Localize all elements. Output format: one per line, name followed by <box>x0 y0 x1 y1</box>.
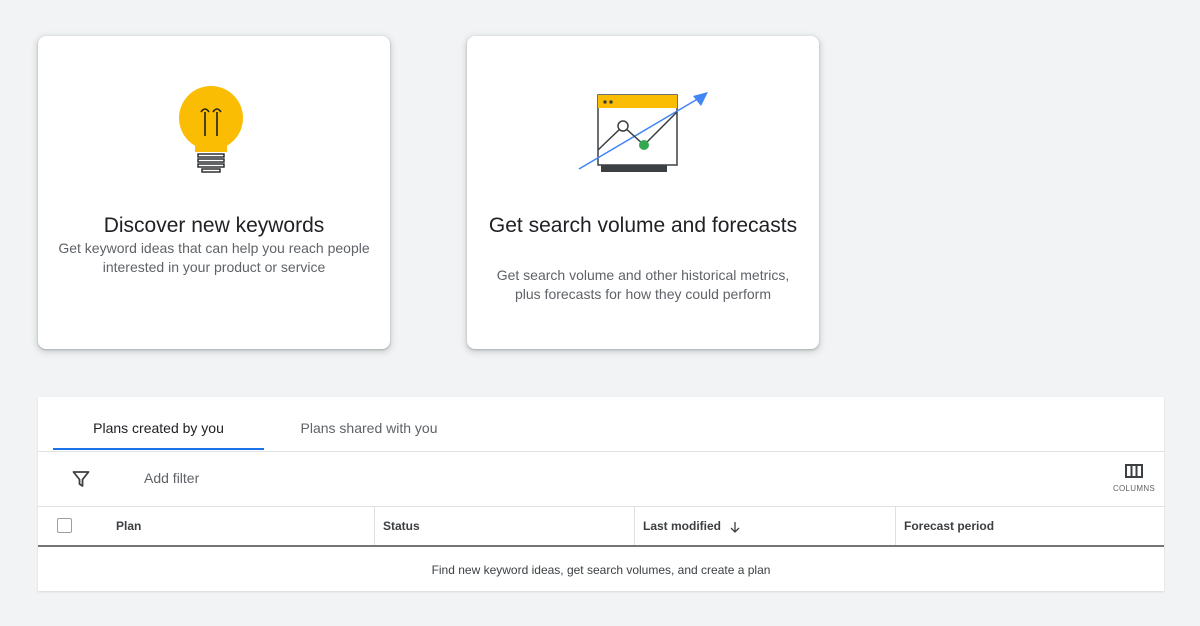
forecast-illustration <box>467 84 819 184</box>
lightbulb-icon <box>179 86 243 173</box>
arrow-down-icon <box>730 521 740 533</box>
plans-tabs: Plans created by you Plans shared with y… <box>38 397 1164 452</box>
forecast-chart-icon <box>578 92 708 172</box>
discover-card-description: Get keyword ideas that can help you reac… <box>58 240 370 275</box>
plans-panel: Plans created by you Plans shared with y… <box>38 397 1164 591</box>
add-filter-button[interactable]: Add filter <box>144 470 199 486</box>
last-modified-label: Last modified <box>643 519 722 533</box>
columns-button[interactable]: COLUMNS <box>1112 464 1156 500</box>
select-all-cell <box>38 507 108 545</box>
forecast-card-title: Get search volume and forecasts <box>488 214 798 237</box>
column-header-plan[interactable]: Plan <box>108 507 375 545</box>
columns-icon <box>1125 464 1143 478</box>
empty-table-message: Find new keyword ideas, get search volum… <box>431 563 771 577</box>
forecast-card-description: Get search volume and other historical m… <box>496 267 790 302</box>
column-header-forecast-period[interactable]: Forecast period <box>896 507 1164 545</box>
discover-card-title: Discover new keywords <box>103 214 325 237</box>
table-header-row: Plan Status Last modified Forecast perio… <box>38 507 1164 547</box>
filter-bar: Add filter COLUMNS <box>38 452 1164 507</box>
tab-plans-created[interactable]: Plans created by you <box>53 397 264 450</box>
column-header-last-modified[interactable]: Last modified <box>635 507 896 545</box>
discover-keywords-card[interactable]: Discover new keywords Get keyword ideas … <box>38 36 390 349</box>
columns-label: COLUMNS <box>1112 484 1156 493</box>
search-volume-forecasts-card[interactable]: Get search volume and forecasts Get sear… <box>467 36 819 349</box>
tab-plans-shared[interactable]: Plans shared with you <box>278 397 460 450</box>
lightbulb-illustration <box>38 84 390 184</box>
column-header-status[interactable]: Status <box>375 507 635 545</box>
active-tab-indicator <box>53 448 264 450</box>
filter-icon[interactable] <box>72 470 90 488</box>
select-all-checkbox[interactable] <box>57 518 72 533</box>
